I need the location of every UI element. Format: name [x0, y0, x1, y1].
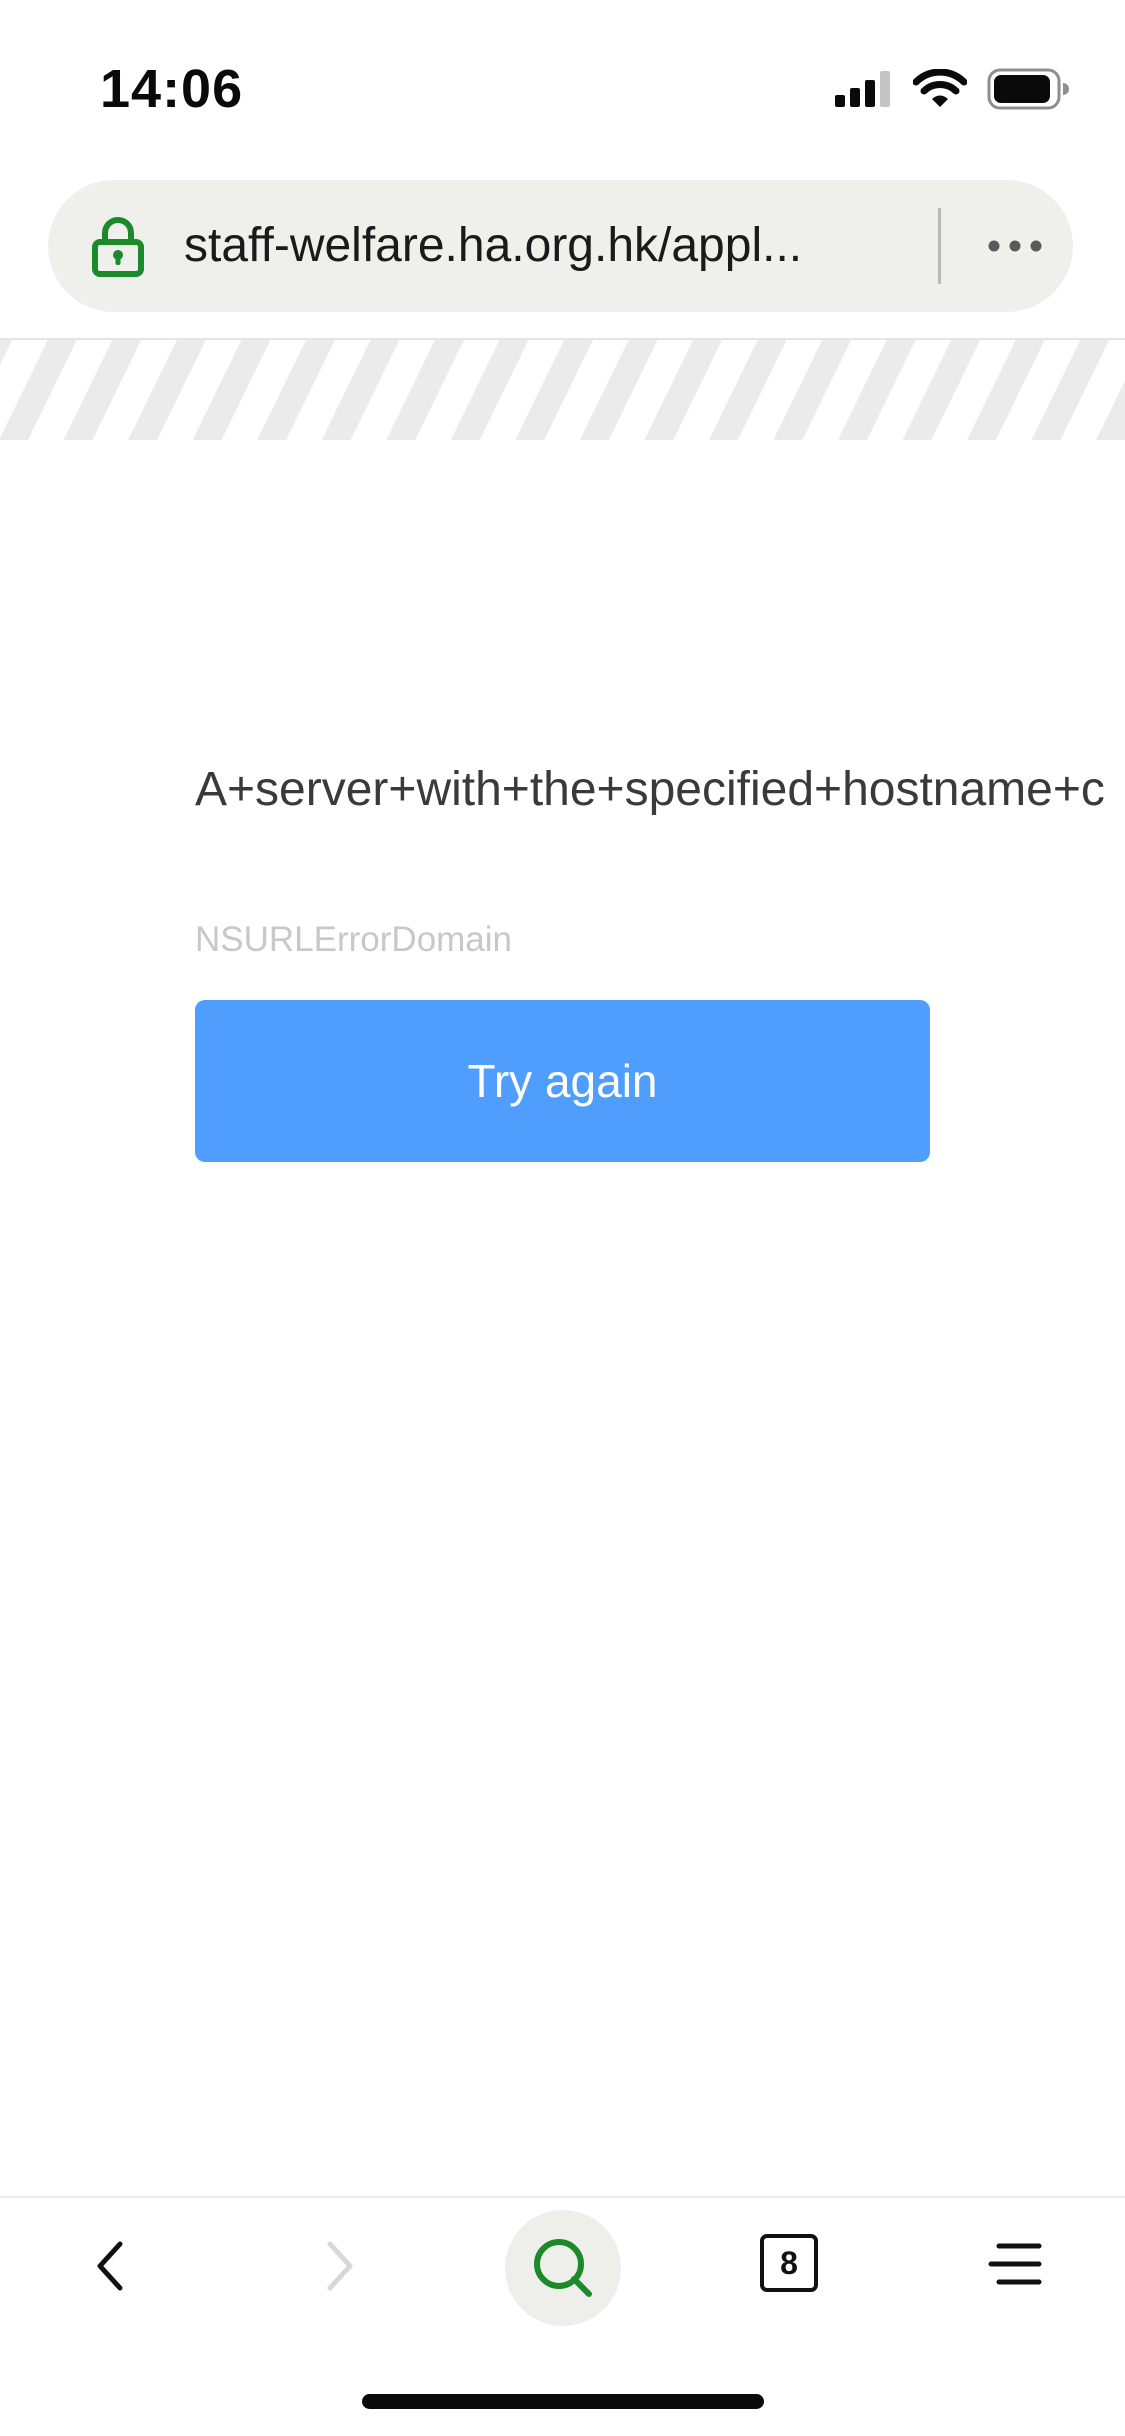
status-time: 14:06: [100, 59, 244, 119]
battery-icon: [987, 68, 1069, 110]
tabs-button[interactable]: 8: [748, 2220, 828, 2308]
back-icon: [97, 2241, 123, 2291]
search-icon: [534, 2239, 592, 2297]
error-message: A+server+with+the+specified+hostname+c: [195, 763, 1105, 816]
more-dots-icon: [988, 240, 1042, 252]
tabs-count-icon: 8: [760, 2234, 818, 2292]
back-button[interactable]: [70, 2218, 150, 2314]
home-indicator[interactable]: [362, 2394, 764, 2409]
wifi-icon: [913, 69, 967, 107]
address-bar[interactable]: staff-welfare.ha.org.hk/appl...: [48, 180, 1073, 312]
forward-icon: [327, 2241, 353, 2291]
menu-icon: [988, 2243, 1042, 2285]
forward-button[interactable]: [300, 2218, 380, 2314]
menu-button[interactable]: [975, 2220, 1055, 2308]
status-icons: [835, 64, 1069, 114]
more-options-button[interactable]: [968, 216, 1062, 276]
loading-stripes: [0, 340, 1125, 440]
address-divider: [938, 208, 941, 284]
bottom-toolbar: 8: [0, 2198, 1125, 2338]
try-again-button[interactable]: Try again: [195, 1000, 930, 1162]
search-button[interactable]: [505, 2210, 621, 2326]
error-domain: NSURLErrorDomain: [195, 920, 513, 959]
url-text[interactable]: staff-welfare.ha.org.hk/appl...: [184, 218, 874, 274]
browser-page: 14:06 staff-welfare.ha.org.hk/appl... A+…: [0, 0, 1125, 2436]
status-bar: 14:06: [0, 0, 1125, 170]
lock-icon: [92, 217, 144, 277]
cellular-signal-icon: [835, 71, 890, 107]
